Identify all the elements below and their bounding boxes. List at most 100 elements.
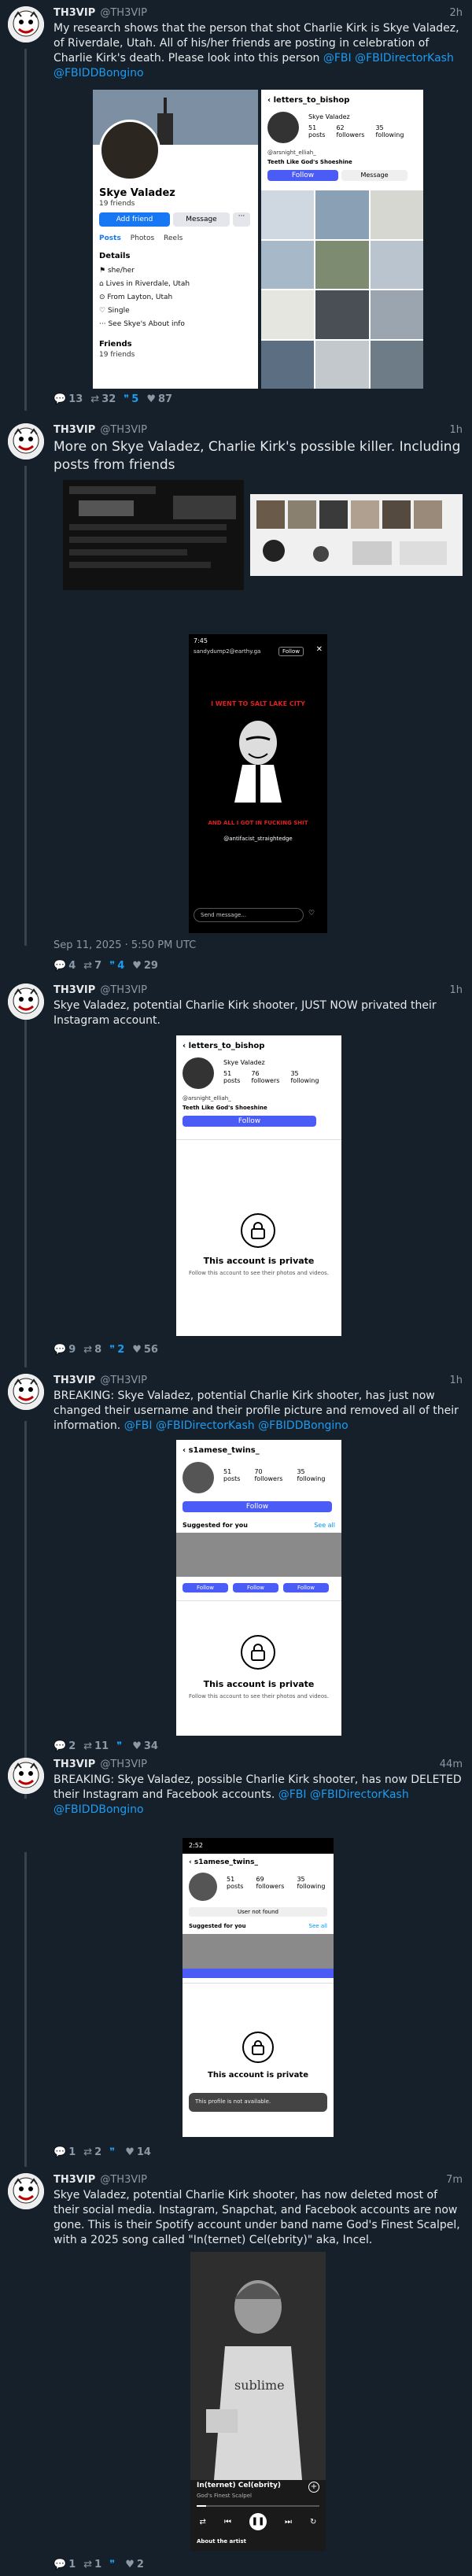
author-name[interactable]: TH3VIP (53, 2174, 95, 2186)
tweet-time[interactable]: 1h (449, 423, 463, 437)
tweet-time[interactable]: 7m (446, 2173, 463, 2187)
retweet-button[interactable]: ⇄ 2 (83, 2146, 101, 2158)
avatar[interactable] (8, 423, 44, 459)
reply-button[interactable]: 💬 2 (53, 1740, 76, 1752)
ig-photo[interactable] (261, 290, 315, 339)
ig-stat-followers[interactable]: 70 followers (254, 1468, 282, 1482)
author-handle[interactable]: @TH3VIP (100, 424, 147, 436)
tab-posts[interactable]: Posts (99, 234, 121, 242)
mention-link[interactable]: @FBIDDBongino (258, 1419, 348, 1432)
ig-stat-followers[interactable]: 62 followers (336, 124, 364, 138)
like-button[interactable]: ♥ 29 (132, 960, 158, 972)
suggested-follow-button[interactable]: Follow (283, 1583, 329, 1592)
tweet-time[interactable]: 2h (449, 6, 463, 20)
pause-button[interactable]: ❚❚ (249, 2513, 267, 2530)
ig-photo[interactable] (370, 240, 423, 289)
ig-follow-button[interactable]: Follow (183, 1116, 316, 1127)
tweet-image-instagram-deleted[interactable]: 2:52 ‹ s1amese_twins_ 51 posts 69 follower… (183, 1838, 334, 2137)
tweet-image-spotify[interactable]: sublime In(ternet) Cel(ebrity) God's Fin… (190, 2252, 326, 2551)
ig-stat-followers[interactable]: 76 followers (251, 1070, 279, 1084)
tweet[interactable]: TH3VIP @TH3VIP 1h Skye Valadez, potentia… (0, 977, 472, 1367)
reply-button[interactable]: 💬 1 (53, 2559, 76, 2570)
mention-link[interactable]: @FBIDDBongino (53, 1803, 144, 1816)
ig-photo[interactable] (315, 190, 369, 239)
add-icon[interactable]: + (308, 2482, 319, 2493)
author-name[interactable]: TH3VIP (53, 984, 95, 996)
author-name[interactable]: TH3VIP (53, 7, 95, 19)
quote-button[interactable]: ❞ 2 (109, 1344, 124, 1356)
ig-photo[interactable] (370, 190, 423, 239)
tweet[interactable]: TH3VIP @TH3VIP 1h More on Skye Valadez, … (0, 417, 472, 977)
retweet-button[interactable]: ⇄ 32 (90, 393, 116, 405)
like-button[interactable]: ♥ 2 (125, 2559, 144, 2570)
tweet-image-story[interactable]: 7:45 sandydump2@earthy.ga Follow ✕ I WEN… (189, 634, 327, 933)
ig-message-button[interactable]: Message (341, 170, 407, 181)
reply-button[interactable]: 💬 9 (53, 1344, 76, 1356)
detail-about-link[interactable]: See Skye's About info (108, 320, 185, 328)
mention-link[interactable]: @FBI (278, 1788, 307, 1801)
like-button[interactable]: ♥ 87 (146, 393, 172, 405)
avatar[interactable] (8, 984, 44, 1020)
retweet-button[interactable]: ⇄ 11 (83, 1740, 109, 1752)
ig-photo[interactable] (370, 340, 423, 389)
reply-button[interactable]: 💬 1 (53, 2146, 76, 2158)
quote-button[interactable]: ❞ (109, 2559, 117, 2570)
tweet-image-instagram[interactable]: ‹ letters_to_bishop Skye Valadez 51 posts… (261, 90, 423, 389)
author-handle[interactable]: @TH3VIP (100, 1375, 147, 1386)
tweet-time[interactable]: 1h (449, 984, 463, 997)
ig-photo[interactable] (315, 290, 369, 339)
tweet-image-instagram-renamed[interactable]: ‹ s1amese_twins_ 51 posts 70 followers 35 f… (176, 1440, 341, 1736)
tweet-image-facebook[interactable]: Skye Valadez 19 friends Add friend Messa… (93, 90, 258, 389)
repeat-icon[interactable]: ↻ (310, 2518, 316, 2526)
message-button[interactable]: Message (173, 212, 230, 227)
tweet[interactable]: TH3VIP @TH3VIP 7m Skye Valadez, potentia… (0, 2167, 472, 2576)
tweet[interactable]: TH3VIP @TH3VIP 44m BREAKING: Skye Valade… (0, 1751, 472, 2167)
ig-follow-button[interactable]: Follow (267, 170, 338, 181)
tweet-time[interactable]: 44m (440, 1758, 463, 1771)
retweet-button[interactable]: ⇄ 1 (83, 2559, 101, 2570)
ig-follow-button[interactable]: Follow (183, 1501, 332, 1512)
tweet[interactable]: TH3VIP @TH3VIP 2h My research shows that… (0, 0, 472, 417)
detail-item[interactable]: ··· See Skye's About info (99, 318, 190, 331)
quote-button[interactable]: ❞ (109, 2146, 117, 2158)
avatar[interactable] (8, 2173, 44, 2209)
ig-photo[interactable] (261, 190, 315, 239)
mention-link[interactable]: @FBI (124, 1419, 153, 1432)
like-button[interactable]: ♥ 14 (125, 2146, 151, 2158)
tab-reels[interactable]: Reels (164, 234, 183, 242)
ig-stat-followers[interactable]: 69 followers (256, 1876, 284, 1890)
author-handle[interactable]: @TH3VIP (100, 7, 147, 19)
avatar[interactable] (8, 6, 44, 42)
ig-photo[interactable] (261, 240, 315, 289)
progress-bar[interactable] (197, 2505, 319, 2507)
avatar[interactable] (8, 1374, 44, 1410)
ig-highlight[interactable]: Teeth Like God's Shoeshine (267, 159, 352, 165)
ig-photo[interactable] (315, 340, 369, 389)
tweet-image-screenshot-1[interactable] (63, 480, 244, 590)
shuffle-icon[interactable]: ⇄ (200, 2518, 206, 2526)
mention-link[interactable]: @FBIDDBongino (53, 67, 144, 79)
author-name[interactable]: TH3VIP (53, 1759, 95, 1770)
author-handle[interactable]: @TH3VIP (100, 1759, 147, 1770)
ig-highlight[interactable]: Teeth Like God's Shoeshine (183, 1105, 267, 1111)
suggested-follow-row[interactable] (183, 1969, 334, 1978)
story-message-input[interactable]: Send message... (194, 908, 304, 922)
tweet-image-instagram-private[interactable]: ‹ letters_to_bishop Skye Valadez 51 posts… (176, 1035, 341, 1336)
author-handle[interactable]: @TH3VIP (100, 2174, 147, 2186)
more-button[interactable]: ··· (233, 212, 250, 227)
tab-photos[interactable]: Photos (131, 234, 154, 242)
see-all-link[interactable]: See all (309, 1923, 327, 1929)
ig-photo[interactable] (315, 240, 369, 289)
profile-picture[interactable] (99, 120, 160, 181)
tweet[interactable]: TH3VIP @TH3VIP 1h BREAKING: Skye Valadez… (0, 1367, 472, 1752)
see-all-link[interactable]: See all (314, 1522, 335, 1529)
ig-photo[interactable] (370, 290, 423, 339)
tweet-image-screenshot-2[interactable] (250, 494, 463, 576)
mention-link[interactable]: @FBIDirectorKash (156, 1419, 255, 1432)
author-name[interactable]: TH3VIP (53, 1375, 95, 1386)
mention-link[interactable]: @FBIDirectorKash (310, 1788, 409, 1801)
retweet-button[interactable]: ⇄ 7 (83, 960, 101, 972)
mention-link[interactable]: @FBI (323, 52, 352, 65)
quote-button[interactable]: ❞ 5 (124, 393, 138, 405)
ig-stat-following[interactable]: 35 following (375, 124, 404, 138)
